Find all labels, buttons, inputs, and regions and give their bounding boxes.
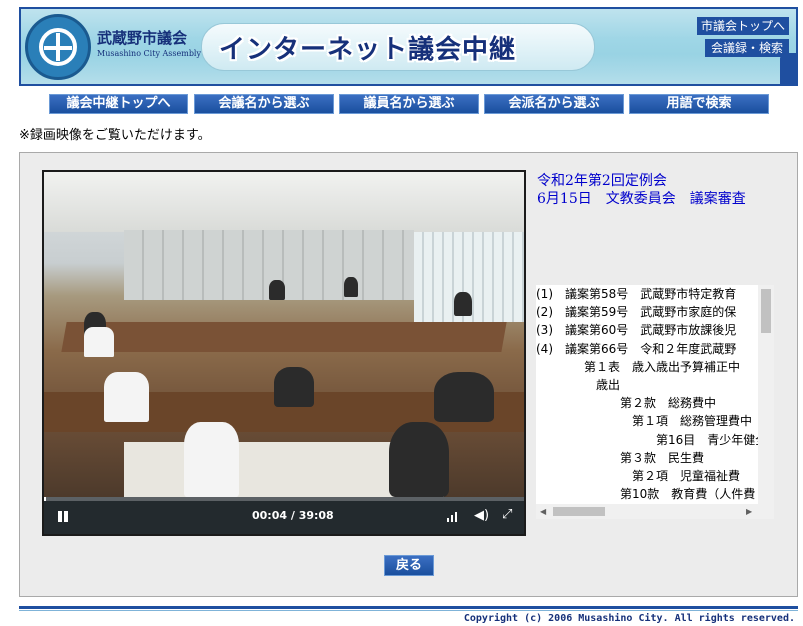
agenda-item: (2) 議案第59号 武蔵野市家庭的保 bbox=[536, 305, 737, 320]
pause-icon[interactable] bbox=[58, 511, 62, 522]
agenda-item: 歳出 bbox=[536, 378, 621, 392]
header-banner: 武蔵野市議会 Musashino City Assembly インターネット議会… bbox=[19, 7, 798, 86]
nav-by-faction[interactable]: 会派名から選ぶ bbox=[484, 94, 624, 114]
nav-term-search[interactable]: 用語で検索 bbox=[629, 94, 769, 114]
logo-subtitle: Musashino City Assembly bbox=[97, 49, 202, 58]
agenda-panel[interactable]: (1) 議案第58号 武蔵野市特定教育 (2) 議案第59号 武蔵野市家庭的保 (3… bbox=[536, 285, 774, 519]
copyright: Copyright (c) 2006 Musashino City. All r… bbox=[463, 613, 795, 624]
scroll-right-icon[interactable]: ▶ bbox=[746, 507, 752, 516]
corner-tab bbox=[780, 53, 796, 84]
player-controls: 00:04 / 39:08 ◀) ⤢ bbox=[44, 497, 524, 534]
agenda-horizontal-scrollbar[interactable]: ◀ ▶ bbox=[536, 504, 774, 519]
minutes-search-link[interactable]: 会議録・検索 bbox=[705, 39, 789, 57]
page-title: インターネット議会中継 bbox=[219, 35, 517, 65]
agenda-item: 第10款 教育費（人件費 bbox=[536, 487, 756, 502]
seek-bar[interactable] bbox=[44, 497, 524, 501]
back-button[interactable]: 戻る bbox=[384, 555, 434, 576]
scroll-left-icon[interactable]: ◀ bbox=[540, 507, 546, 516]
assembly-top-link[interactable]: 市議会トップへ bbox=[697, 17, 789, 35]
agenda-item: 第16目 青少年健全 bbox=[536, 432, 758, 447]
time-display: 00:04 / 39:08 bbox=[252, 509, 334, 522]
volume-icon[interactable]: ◀) bbox=[474, 508, 489, 523]
meeting-session: 令和2年第2回定例会 bbox=[537, 173, 667, 189]
agenda-item: (1) 議案第58号 武蔵野市特定教育 bbox=[536, 287, 737, 301]
nav-by-member[interactable]: 議員名から選ぶ bbox=[339, 94, 479, 114]
agenda-vertical-scrollbar[interactable] bbox=[758, 285, 774, 504]
agenda-item: (4) 議案第66号 令和２年度武蔵野 bbox=[536, 341, 737, 356]
footer-rule bbox=[19, 606, 798, 609]
meeting-date-committee: 6月15日 文教委員会 議案審査 bbox=[537, 191, 746, 207]
agenda-item: 第１項 総務管理費中 bbox=[536, 414, 753, 429]
nav-by-meeting[interactable]: 会議名から選ぶ bbox=[194, 94, 334, 114]
video-frame[interactable] bbox=[44, 172, 524, 497]
agenda-item: 第１表 歳入歳出予算補正中 bbox=[536, 359, 741, 374]
video-player[interactable]: 00:04 / 39:08 ◀) ⤢ bbox=[42, 170, 526, 536]
footer-rule-light bbox=[19, 610, 798, 611]
quality-icon[interactable] bbox=[446, 510, 460, 522]
city-emblem-icon bbox=[25, 14, 91, 80]
meeting-title: 令和2年第2回定例会 6月15日 文教委員会 議案審査 bbox=[537, 172, 746, 208]
nav-broadcast-top[interactable]: 議会中継トップへ bbox=[49, 94, 188, 114]
notice-text: ※録画映像をご覧いただけます。 bbox=[19, 128, 211, 143]
logo-name: 武蔵野市議会 bbox=[97, 29, 188, 47]
agenda-item: 第２款 総務費中 bbox=[536, 396, 717, 411]
agenda-item: 第２項 児童福祉費 bbox=[536, 469, 741, 483]
agenda-item: 第３款 民生費 bbox=[536, 450, 705, 465]
agenda-item: (3) 議案第60号 武蔵野市放課後児 bbox=[536, 323, 737, 338]
agenda-list: (1) 議案第58号 武蔵野市特定教育 (2) 議案第59号 武蔵野市家庭的保 (3… bbox=[536, 285, 758, 504]
fullscreen-icon[interactable]: ⤢ bbox=[502, 507, 512, 522]
